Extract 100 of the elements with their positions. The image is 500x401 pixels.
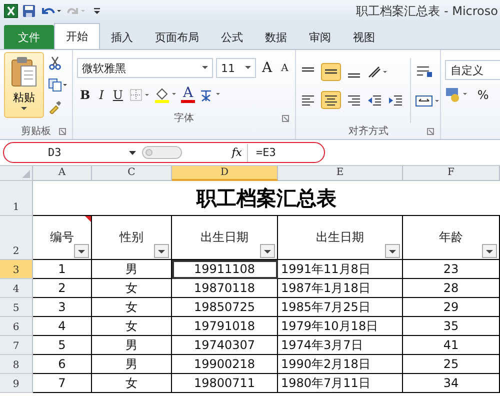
dropdown-arrow-icon: [129, 150, 136, 154]
filter-dropdown-icon[interactable]: [74, 244, 89, 258]
row-header[interactable]: 5: [0, 298, 33, 317]
table-cell: 1: [33, 260, 92, 279]
table-cell: 5: [33, 336, 92, 355]
dropdown-arrow-icon: [202, 66, 208, 70]
ribbon-tab[interactable]: 公式: [210, 25, 254, 49]
formula-field[interactable]: =E3: [248, 146, 324, 159]
align-right-icon[interactable]: [346, 93, 362, 107]
table-cell: 男: [92, 260, 172, 279]
row-header[interactable]: 4: [0, 279, 33, 298]
table-cell: 7: [33, 374, 92, 393]
dropdown-arrow-icon: [245, 66, 251, 70]
ribbon-tab[interactable]: 审阅: [298, 25, 342, 49]
row-header[interactable]: 9: [0, 374, 33, 393]
insert-function-button[interactable]: fx: [226, 144, 248, 162]
column-header[interactable]: A: [33, 166, 92, 181]
decrease-indent-icon[interactable]: [367, 93, 384, 107]
file-tab[interactable]: 文件: [4, 25, 54, 49]
table-cell: 19791018: [172, 317, 278, 336]
ribbon-tab[interactable]: 数据: [254, 25, 298, 49]
corner-triangle-icon: [22, 170, 30, 178]
align-center-icon[interactable]: [321, 91, 342, 109]
save-icon[interactable]: [22, 4, 36, 18]
table-cell: 4: [33, 317, 92, 336]
row-header[interactable]: 8: [0, 355, 33, 374]
comment-indicator-icon: [85, 216, 91, 222]
clipboard-icon: [10, 56, 38, 88]
ribbon-tab[interactable]: 开始: [54, 23, 100, 49]
align-middle-icon[interactable]: [321, 63, 342, 81]
excel-icon: [4, 4, 18, 18]
dialog-launcher-icon[interactable]: [282, 115, 290, 122]
italic-button[interactable]: I: [96, 88, 107, 102]
font-name-field[interactable]: 微软雅黑: [77, 58, 213, 78]
table-cell: 1979年10月18日: [278, 317, 403, 336]
format-painter-icon[interactable]: [48, 100, 62, 114]
ribbon-tab[interactable]: 插入: [100, 25, 144, 49]
table-cell: 6: [33, 355, 92, 374]
table-cell: 1980年7月11日: [278, 374, 403, 393]
column-heading: 出生日期: [200, 229, 248, 246]
dialog-launcher-icon[interactable]: [427, 128, 434, 135]
table-cell: 3: [33, 298, 92, 317]
name-box[interactable]: D3: [4, 146, 142, 159]
table-cell: 男: [92, 336, 172, 355]
scissors-icon[interactable]: [48, 56, 62, 70]
table-cell: 19900218: [172, 355, 278, 374]
increase-indent-icon[interactable]: [388, 93, 404, 107]
orientation-icon[interactable]: [367, 65, 390, 79]
ribbon-tab[interactable]: 视图: [342, 25, 386, 49]
table-cell: 29: [403, 298, 500, 317]
percent-button[interactable]: %: [474, 88, 492, 102]
underline-button[interactable]: U: [110, 88, 126, 102]
table-cell: 19800711: [172, 374, 278, 393]
number-format-field[interactable]: 自定义: [445, 60, 500, 80]
filter-dropdown-icon[interactable]: [482, 244, 497, 258]
merge-cells-icon[interactable]: [415, 94, 442, 108]
column-heading: 出生日期: [316, 229, 364, 246]
row-header[interactable]: 3: [0, 260, 33, 279]
column-heading: 性别: [120, 229, 144, 246]
filter-dropdown-icon[interactable]: [260, 244, 275, 258]
table-cell: 41: [403, 336, 500, 355]
table-cell: 19740307: [172, 336, 278, 355]
dialog-launcher-icon[interactable]: [59, 128, 66, 135]
table-cell: 19850725: [172, 298, 278, 317]
group-label: 对齐方式: [348, 124, 388, 138]
column-header[interactable]: E: [278, 166, 403, 181]
group-label: 剪贴板: [21, 124, 51, 138]
table-cell: 34: [403, 374, 500, 393]
table-cell: 23: [403, 260, 500, 279]
dropdown-arrow-icon: [21, 107, 27, 111]
column-header[interactable]: F: [403, 166, 500, 181]
shrink-font-button[interactable]: A: [278, 62, 292, 74]
splitter-handle-icon[interactable]: [142, 146, 182, 159]
table-cell: 女: [92, 279, 172, 298]
ribbon-tab[interactable]: 页面布局: [144, 25, 210, 49]
row-header[interactable]: 1: [0, 181, 33, 216]
table-cell: 28: [403, 279, 500, 298]
table-cell: 2: [33, 279, 92, 298]
table-cell: 女: [92, 298, 172, 317]
row-header[interactable]: 6: [0, 317, 33, 336]
grow-font-button[interactable]: A: [259, 60, 276, 76]
filter-dropdown-icon[interactable]: [154, 244, 169, 258]
table-cell: 女: [92, 374, 172, 393]
column-header[interactable]: D: [172, 166, 278, 181]
font-size-field[interactable]: 11: [216, 58, 256, 78]
column-header[interactable]: C: [92, 166, 172, 181]
bold-button[interactable]: B: [77, 88, 94, 102]
table-cell: 19870118: [172, 279, 278, 298]
paste-button[interactable]: 粘贴: [4, 52, 44, 118]
filter-dropdown-icon[interactable]: [385, 244, 400, 258]
row-header[interactable]: 2: [0, 216, 33, 260]
align-left-icon[interactable]: [300, 93, 316, 107]
row-header[interactable]: 7: [0, 336, 33, 355]
table-cell: 1991年11月8日: [278, 260, 403, 279]
table-cell: 男: [92, 355, 172, 374]
wrap-text-icon[interactable]: [415, 64, 434, 78]
copy-icon[interactable]: [48, 78, 68, 92]
fill-color-icon[interactable]: [154, 87, 178, 103]
table-cell: 女: [92, 317, 172, 336]
font-color-button[interactable]: A: [181, 87, 196, 103]
